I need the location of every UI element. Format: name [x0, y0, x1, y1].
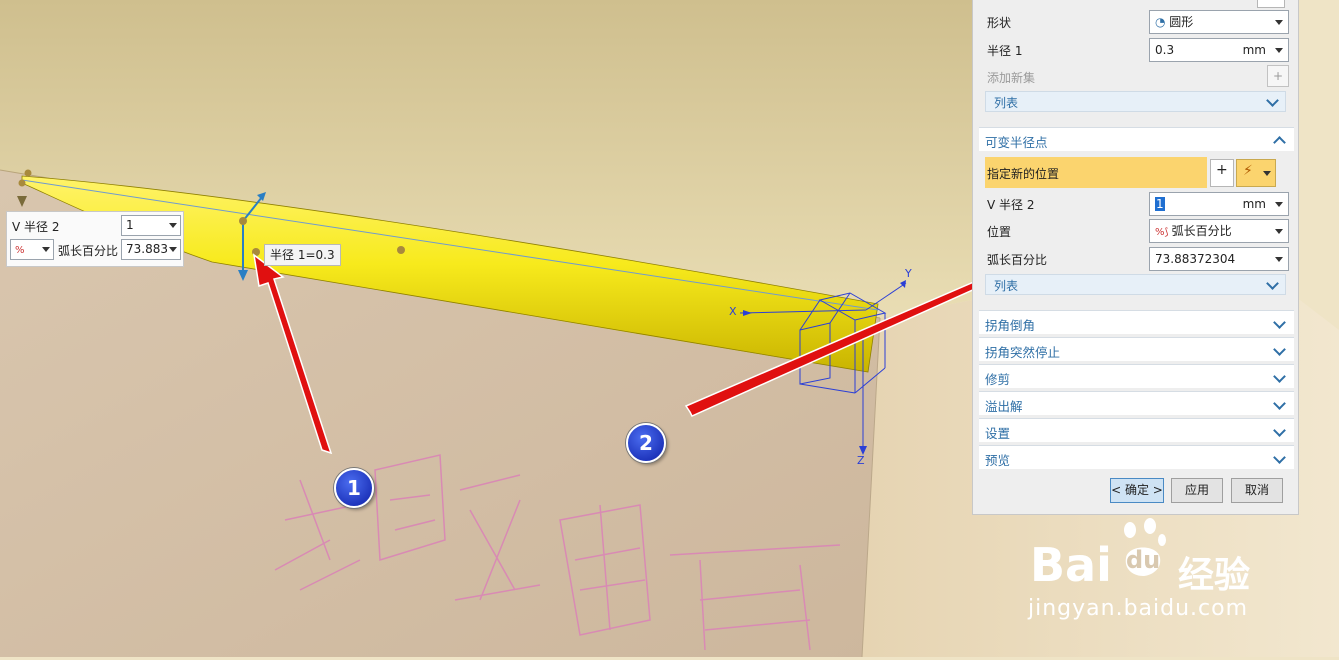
- arc-percent-label: 弧长百分比: [987, 253, 1048, 267]
- section-corner-setback[interactable]: 拐角倒角: [979, 310, 1294, 334]
- percent-arc-icon: %: [15, 245, 25, 256]
- v-radius2-input[interactable]: 1 mm: [1149, 192, 1289, 216]
- list-expander[interactable]: 列表: [985, 91, 1286, 112]
- list2-expander[interactable]: 列表: [985, 274, 1286, 295]
- chevron-down-icon: [1273, 316, 1286, 329]
- section-preview[interactable]: 预览: [979, 445, 1294, 469]
- section-trim[interactable]: 修剪: [979, 364, 1294, 388]
- callout-badge-1: 1: [334, 468, 374, 508]
- arc-percent-icon: %⟆: [1155, 227, 1172, 238]
- position-method-dropdown[interactable]: %: [10, 239, 54, 260]
- arc-percent-input[interactable]: 73.88372304: [1149, 247, 1289, 271]
- point-dialog-button[interactable]: +: [1210, 159, 1234, 187]
- v-radius-input[interactable]: 1: [121, 215, 181, 236]
- chevron-down-icon: [1273, 424, 1286, 437]
- shape-dropdown[interactable]: ◔ 圆形: [1149, 10, 1289, 34]
- axis-y-label: Y: [905, 267, 912, 280]
- axis-x-label: X: [729, 305, 737, 318]
- shape-label: 形状: [987, 16, 1012, 30]
- chevron-down-icon: [1266, 94, 1279, 107]
- lightning-icon: ⚡: [1243, 163, 1253, 179]
- add-new-set-button[interactable]: +: [1267, 65, 1289, 87]
- ok-button[interactable]: < 确定 >: [1110, 478, 1164, 503]
- section-variable-radius[interactable]: 可变半径点: [979, 127, 1294, 151]
- baidu-watermark: Bai du 经验 jingyan.baidu.com: [1022, 510, 1322, 650]
- axis-z-label: Z: [857, 454, 865, 467]
- section-stop-short[interactable]: 拐角突然停止: [979, 337, 1294, 361]
- inferred-point-dropdown[interactable]: ⚡: [1236, 159, 1276, 187]
- chevron-down-icon: [1266, 277, 1279, 290]
- edge-blend-dialog: 形状 ◔ 圆形 半径 1 0.3 mm 添加新集 + 列表 可变半径点 指定新的…: [972, 0, 1299, 515]
- chevron-down-icon: [1273, 343, 1286, 356]
- apply-button[interactable]: 应用: [1171, 478, 1223, 503]
- chevron-up-icon: [1273, 136, 1286, 149]
- cancel-button[interactable]: 取消: [1231, 478, 1283, 503]
- radius1-input[interactable]: 0.3 mm: [1149, 38, 1289, 62]
- radius-tooltip: 半径 1=0.3: [264, 244, 341, 266]
- section-settings[interactable]: 设置: [979, 418, 1294, 442]
- position-dropdown[interactable]: %⟆ 弧长百分比: [1149, 219, 1289, 243]
- point-plus-icon: +: [1216, 162, 1228, 178]
- dynamic-input-widget: V 半径 2 1 % 弧长百分比 73.883: [6, 211, 184, 267]
- radius1-label: 半径 1: [987, 44, 1023, 58]
- add-set-icon: +: [1272, 69, 1284, 83]
- arc-percent-input[interactable]: 73.883: [121, 239, 181, 260]
- position-label: 位置: [987, 225, 1012, 239]
- add-new-set-label: 添加新集: [987, 71, 1036, 85]
- specify-location-row[interactable]: 指定新的位置: [985, 157, 1207, 188]
- circle-shape-icon: ◔: [1155, 15, 1170, 29]
- v-radius-label: V 半径 2: [12, 220, 60, 234]
- section-overflow[interactable]: 溢出解: [979, 391, 1294, 415]
- v-radius2-label: V 半径 2: [987, 198, 1035, 212]
- chevron-down-icon: [1273, 397, 1286, 410]
- chevron-down-icon: [1273, 370, 1286, 383]
- arc-percent-label: 弧长百分比: [58, 244, 119, 258]
- top-icon-button[interactable]: [1257, 0, 1285, 8]
- chevron-down-icon: [1273, 451, 1286, 464]
- callout-badge-2: 2: [626, 423, 666, 463]
